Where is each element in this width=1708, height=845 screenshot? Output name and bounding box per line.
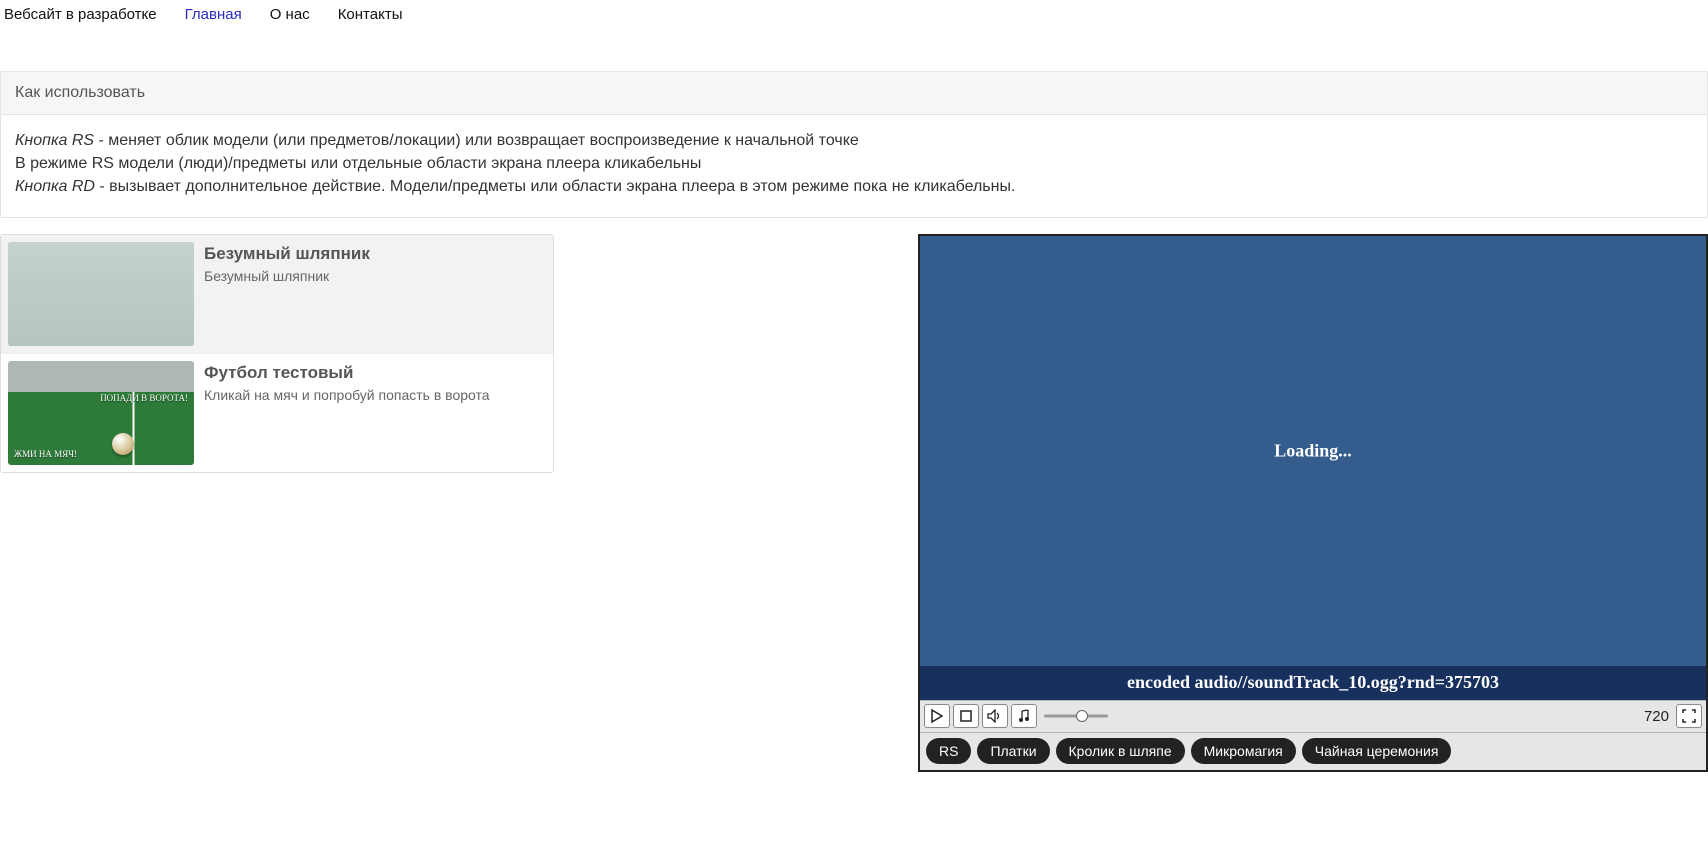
playlist-item-title: Безумный шляпник bbox=[204, 244, 370, 264]
howto-line-2: В режиме RS модели (люди)/предметы или о… bbox=[15, 152, 1693, 175]
play-icon bbox=[931, 709, 943, 723]
thumb-overlay-left: ЖМИ НА МЯЧ! bbox=[14, 449, 77, 459]
top-nav: Вебсайт в разработке Главная О нас Конта… bbox=[0, 0, 1708, 29]
howto-title: Как использовать bbox=[15, 84, 145, 101]
playlist-panel: Безумный шляпник Безумный шляпник ПОПАДИ… bbox=[0, 234, 554, 473]
volume-icon bbox=[987, 709, 1003, 723]
volume-button[interactable] bbox=[982, 704, 1008, 728]
howto-rs-label: Кнопка RS bbox=[15, 132, 94, 149]
playlist-item-hatter[interactable]: Безумный шляпник Безумный шляпник bbox=[1, 235, 553, 354]
howto-line-1: Кнопка RS - меняет облик модели (или пре… bbox=[15, 129, 1693, 152]
howto-rd-label: Кнопка RD bbox=[15, 178, 95, 195]
howto-panel-header: Как использовать bbox=[0, 71, 1708, 115]
pill-rabbit[interactable]: Кролик в шляпе bbox=[1056, 738, 1185, 764]
playlist-item-football[interactable]: ПОПАДИ В ВОРОТА! ЖМИ НА МЯЧ! Футбол тест… bbox=[1, 354, 553, 472]
pill-micromagic[interactable]: Микромагия bbox=[1191, 738, 1296, 764]
stop-button[interactable] bbox=[953, 704, 979, 728]
pill-platki[interactable]: Платки bbox=[977, 738, 1049, 764]
slider-thumb[interactable] bbox=[1076, 710, 1088, 722]
playlist-item-thumb bbox=[8, 242, 194, 346]
howto-panel-body: Кнопка RS - меняет облик модели (или пре… bbox=[0, 115, 1708, 218]
howto-line-3: Кнопка RD - вызывает дополнительное дейс… bbox=[15, 175, 1693, 198]
volume-slider[interactable] bbox=[1044, 708, 1108, 724]
loading-label: Loading... bbox=[1274, 440, 1352, 461]
play-button[interactable] bbox=[924, 704, 950, 728]
howto-line-3-rest: - вызывает дополнительное действие. Моде… bbox=[95, 178, 1015, 195]
playlist-item-meta: Безумный шляпник Безумный шляпник bbox=[204, 242, 370, 346]
site-brand: Вебсайт в разработке bbox=[4, 6, 157, 23]
playlist-item-title: Футбол тестовый bbox=[204, 363, 490, 383]
nav-link-home[interactable]: Главная bbox=[185, 6, 242, 23]
fullscreen-button[interactable] bbox=[1676, 704, 1702, 728]
stop-icon bbox=[960, 710, 972, 722]
playlist-item-subtitle: Безумный шляпник bbox=[204, 268, 370, 284]
playlist-item-subtitle: Кликай на мяч и попробуй попасть в ворот… bbox=[204, 387, 490, 403]
nav-link-contacts[interactable]: Контакты bbox=[338, 6, 403, 23]
pills-row: RS Платки Кролик в шляпе Микромагия Чайн… bbox=[920, 732, 1706, 770]
player-panel: Loading... encoded audio//soundTrack_10.… bbox=[918, 234, 1708, 772]
status-text: encoded audio//soundTrack_10.ogg?rnd=375… bbox=[1127, 672, 1499, 693]
playlist-item-thumb: ПОПАДИ В ВОРОТА! ЖМИ НА МЯЧ! bbox=[8, 361, 194, 465]
resolution-label: 720 bbox=[1640, 708, 1673, 725]
video-area[interactable]: Loading... bbox=[920, 236, 1706, 666]
status-bar: encoded audio//soundTrack_10.ogg?rnd=375… bbox=[920, 666, 1706, 700]
player-box: Loading... encoded audio//soundTrack_10.… bbox=[918, 234, 1708, 772]
pill-tea[interactable]: Чайная церемония bbox=[1302, 738, 1452, 764]
pill-rs[interactable]: RS bbox=[926, 738, 971, 764]
thumb-overlay-right: ПОПАДИ В ВОРОТА! bbox=[100, 393, 188, 403]
fullscreen-icon bbox=[1682, 709, 1696, 723]
nav-link-about[interactable]: О нас bbox=[270, 6, 310, 23]
howto-line-1-rest: - меняет облик модели (или предметов/лок… bbox=[94, 132, 859, 149]
thumb-ball bbox=[112, 433, 134, 455]
controls-row: 720 bbox=[920, 700, 1706, 732]
music-note-icon bbox=[1018, 709, 1030, 723]
playlist-item-meta: Футбол тестовый Кликай на мяч и попробуй… bbox=[204, 361, 490, 465]
music-button[interactable] bbox=[1011, 704, 1037, 728]
